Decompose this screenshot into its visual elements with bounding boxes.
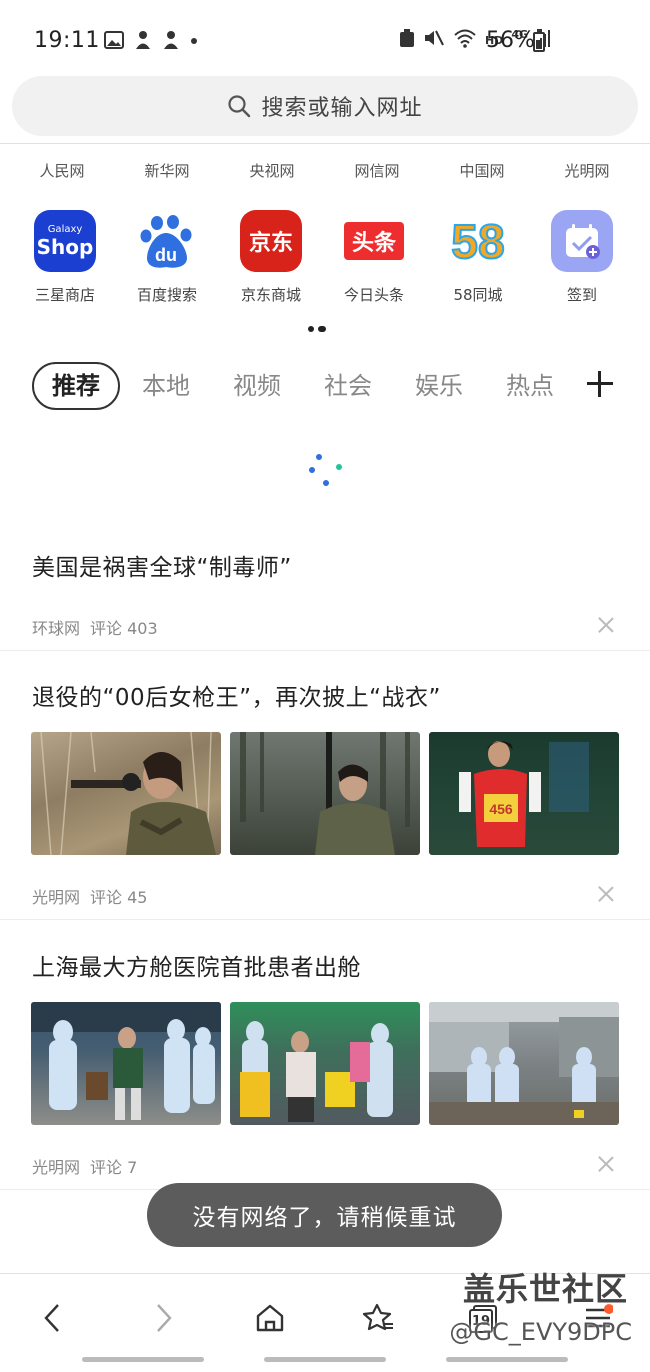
- close-icon[interactable]: [598, 1156, 614, 1172]
- divider: [0, 143, 650, 144]
- divider: [0, 919, 650, 920]
- baidu-icon: du: [136, 210, 198, 272]
- article-source: 环球网: [32, 619, 81, 638]
- status-time: 19:11: [34, 28, 100, 53]
- article-meta: 光明网 评论 45: [32, 884, 147, 908]
- article-meta: 光明网 评论 7: [32, 1154, 137, 1178]
- page-indicator: [308, 326, 326, 332]
- article-title[interactable]: 上海最大方舱医院首批患者出舱: [32, 948, 361, 982]
- back-arrow-icon: [44, 1304, 59, 1332]
- app-label: 签到: [566, 286, 597, 304]
- article-thumbnail[interactable]: [429, 1002, 619, 1125]
- quick-link-zhongguowang[interactable]: 中国网: [430, 160, 534, 181]
- checkin-calendar-icon: [551, 210, 613, 272]
- svg-text:456: 456: [489, 801, 513, 817]
- svg-text:du: du: [155, 245, 177, 265]
- back-button[interactable]: [27, 1292, 79, 1344]
- gesture-bar: [264, 1357, 386, 1362]
- gesture-bar: [446, 1357, 568, 1362]
- close-icon[interactable]: [598, 886, 614, 902]
- app-label: 百度搜索: [136, 286, 197, 304]
- alarm-icon: [399, 28, 415, 52]
- search-icon: [227, 94, 251, 118]
- home-button[interactable]: [244, 1292, 296, 1344]
- article-thumbnail[interactable]: [31, 1002, 221, 1125]
- quick-link-xinhuawang[interactable]: 新华网: [115, 160, 219, 181]
- wifi-icon: [453, 28, 477, 52]
- bookmarks-button[interactable]: [352, 1292, 404, 1344]
- quick-link-renminwang[interactable]: 人民网: [10, 160, 114, 181]
- galaxy-shop-icon: Galaxy Shop: [34, 210, 96, 272]
- gesture-bar: [82, 1357, 204, 1362]
- article-title[interactable]: 美国是祸害全球“制毒师”: [32, 548, 292, 582]
- article-thumbnail[interactable]: [31, 732, 221, 855]
- bookmark-star-icon: [362, 1303, 393, 1331]
- app-jd[interactable]: 京东 京东商城: [219, 210, 323, 305]
- app-label: 今日头条: [343, 286, 404, 304]
- app-shortcuts: Galaxy Shop 三星商店 du 百度搜索 京东 京东商城 头条 今日头条…: [0, 210, 650, 310]
- notification-icons: [104, 30, 198, 54]
- no-network-toast: 没有网络了，请稍候重试: [147, 1183, 502, 1247]
- close-icon[interactable]: [598, 617, 614, 633]
- divider: [0, 650, 650, 651]
- search-bar[interactable]: 搜索或输入网址: [12, 76, 638, 136]
- app-label: 58同城: [453, 286, 503, 304]
- tab-recommend[interactable]: 推荐: [32, 362, 120, 410]
- forward-button[interactable]: [137, 1292, 189, 1344]
- tab-count: 19: [469, 1309, 493, 1333]
- app-label: 三星商店: [34, 286, 95, 304]
- add-tab-icon[interactable]: [584, 368, 616, 400]
- tab-society[interactable]: 社会: [324, 362, 372, 410]
- app-toutiao[interactable]: 头条 今日头条: [322, 210, 426, 305]
- quick-link-guangmingwang[interactable]: 光明网: [535, 160, 639, 181]
- home-icon: [256, 1304, 284, 1332]
- article-thumbnail[interactable]: 456: [429, 732, 619, 855]
- menu-button[interactable]: [572, 1292, 624, 1344]
- article-thumbnail[interactable]: [230, 1002, 420, 1125]
- tab-local[interactable]: 本地: [142, 362, 190, 410]
- status-bar: 19:11 HD 4G 56%: [0, 0, 650, 72]
- 58-icon: 58: [447, 210, 509, 272]
- article-meta: 环球网 评论 403: [32, 615, 158, 639]
- quick-links: 人民网 新华网 央视网 网信网 中国网 光明网: [0, 160, 650, 186]
- mute-icon: [423, 28, 445, 52]
- tab-hot[interactable]: 热点: [506, 362, 554, 410]
- category-tabs: 推荐 本地 视频 社会 娱乐 热点: [0, 362, 650, 414]
- tabs-icon: 19: [469, 1303, 499, 1333]
- app-checkin[interactable]: 签到: [530, 210, 634, 305]
- battery-icon: [533, 29, 545, 52]
- more-notifications-dot-icon: [190, 30, 198, 54]
- toutiao-icon: 头条: [343, 210, 405, 272]
- svg-text:58: 58: [451, 216, 504, 269]
- article-source: 光明网: [32, 888, 81, 907]
- loading-spinner-icon: [306, 450, 346, 490]
- app-label: 京东商城: [240, 286, 301, 304]
- forward-arrow-icon: [157, 1304, 172, 1332]
- quick-link-wangxinwang[interactable]: 网信网: [325, 160, 429, 181]
- article-comments: 评论 45: [90, 888, 148, 907]
- search-placeholder: 搜索或输入网址: [261, 96, 423, 121]
- jd-icon: 京东: [240, 210, 302, 272]
- gallery-icon: [104, 31, 124, 53]
- article-source: 光明网: [32, 1158, 81, 1177]
- article-comments: 评论 7: [90, 1158, 138, 1177]
- app-notification-icon: [162, 30, 180, 54]
- quick-link-yangshiwang[interactable]: 央视网: [220, 160, 324, 181]
- app-samsung-store[interactable]: Galaxy Shop 三星商店: [13, 210, 117, 305]
- app-58[interactable]: 58 58同城: [426, 210, 530, 305]
- app-baidu[interactable]: du 百度搜索: [115, 210, 219, 305]
- app-notification-icon: [134, 30, 152, 54]
- article-title[interactable]: 退役的“00后女枪王”，再次披上“战衣”: [32, 678, 441, 712]
- tab-entertainment[interactable]: 娱乐: [415, 362, 463, 410]
- tabs-button[interactable]: 19: [458, 1292, 510, 1344]
- tab-video[interactable]: 视频: [233, 362, 281, 410]
- battery-percent: 56%: [486, 28, 535, 53]
- article-comments: 评论 403: [90, 619, 158, 638]
- article-thumbnail[interactable]: [230, 732, 420, 855]
- menu-icon: [586, 1304, 613, 1328]
